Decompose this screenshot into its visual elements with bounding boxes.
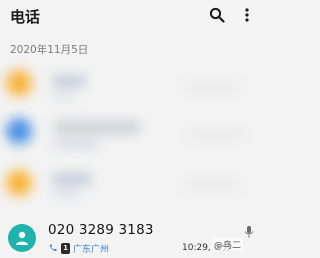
list-item[interactable] xyxy=(0,160,268,214)
date-header: 2020年11月5日 xyxy=(10,44,89,56)
call-time-obscured xyxy=(182,84,242,90)
search-icon xyxy=(209,7,225,23)
call-detail-obscured xyxy=(52,92,74,99)
search-button[interactable] xyxy=(208,6,226,24)
more-vert-icon xyxy=(245,8,249,22)
call-details: 1 广东广州 xyxy=(48,241,109,255)
call-time-obscured xyxy=(182,182,242,188)
avatar xyxy=(8,224,36,252)
page-title: 电话 xyxy=(10,8,41,26)
sim-badge: 1 xyxy=(61,242,70,254)
avatar xyxy=(6,70,32,96)
contact-name-obscured xyxy=(52,76,86,86)
call-detail-obscured xyxy=(54,140,100,148)
avatar xyxy=(6,118,32,144)
list-item[interactable] xyxy=(0,108,268,162)
microphone-icon xyxy=(245,226,253,238)
voicemail-button[interactable] xyxy=(244,224,254,243)
watermark: @鸟二 xyxy=(212,238,244,251)
avatar xyxy=(6,170,32,196)
app-bar: 电话 xyxy=(0,0,268,36)
contact-name-obscured xyxy=(52,174,92,184)
list-item[interactable] xyxy=(0,60,268,114)
contact-name-obscured xyxy=(54,122,140,133)
more-options-button[interactable] xyxy=(238,6,256,24)
call-detail-obscured xyxy=(52,190,80,197)
call-time-obscured xyxy=(186,132,244,138)
call-location: 广东广州 xyxy=(73,244,110,255)
person-icon xyxy=(16,231,28,245)
phone-number: 020 3289 3183 xyxy=(48,222,154,238)
incoming-call-icon xyxy=(49,244,57,252)
